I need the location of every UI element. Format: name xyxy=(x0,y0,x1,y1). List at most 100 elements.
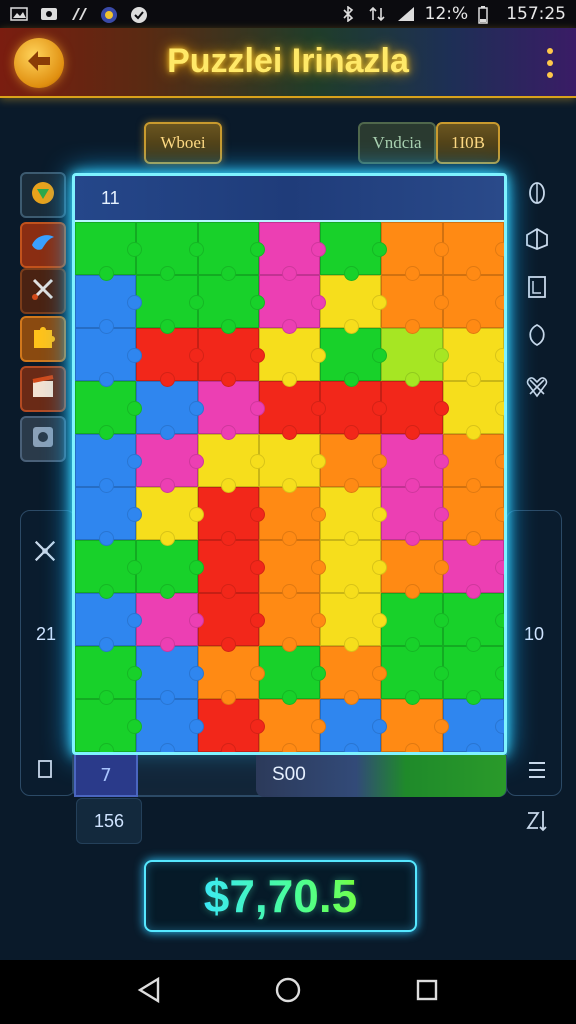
shield-icon[interactable] xyxy=(524,322,550,348)
puzzle-piece[interactable] xyxy=(442,328,504,387)
image-icon xyxy=(10,6,28,22)
puzzle-piece[interactable] xyxy=(442,646,504,705)
puzzle-piece[interactable] xyxy=(381,275,450,334)
puzzle-piece[interactable] xyxy=(75,275,143,334)
puzzle-piece[interactable] xyxy=(258,434,327,493)
puzzle-piece[interactable] xyxy=(75,328,143,387)
nav-home-button[interactable] xyxy=(272,976,304,1008)
tool-hint-button[interactable] xyxy=(20,416,66,462)
puzzle-piece[interactable] xyxy=(136,593,204,652)
cube-icon[interactable] xyxy=(524,226,550,252)
puzzle-piece[interactable] xyxy=(136,275,204,334)
circle-home-icon xyxy=(274,976,302,1008)
puzzle-piece[interactable] xyxy=(442,275,504,334)
heart-icon[interactable] xyxy=(524,374,550,400)
puzzle-piece[interactable] xyxy=(197,328,266,387)
puzzle-piece[interactable] xyxy=(442,699,504,752)
more-menu-icon[interactable] xyxy=(544,48,556,78)
tool-gem-button[interactable] xyxy=(20,172,66,218)
puzzle-piece[interactable] xyxy=(197,593,266,652)
puzzle-piece[interactable] xyxy=(136,434,204,493)
puzzle-piece[interactable] xyxy=(442,222,504,281)
rotate-icon[interactable] xyxy=(524,180,550,206)
stack-icon[interactable] xyxy=(524,758,550,784)
puzzle-piece[interactable] xyxy=(442,434,504,493)
tool-box-button[interactable] xyxy=(20,366,66,412)
puzzle-piece[interactable] xyxy=(381,381,450,440)
puzzle-piece[interactable] xyxy=(258,699,327,752)
puzzle-piece[interactable] xyxy=(136,487,204,546)
puzzle-piece[interactable] xyxy=(442,381,504,440)
puzzle-piece[interactable] xyxy=(258,222,327,281)
puzzle-piece[interactable] xyxy=(197,222,266,281)
nav-back-button[interactable] xyxy=(133,976,165,1008)
sort-icon[interactable] xyxy=(524,808,550,834)
puzzle-piece[interactable] xyxy=(320,699,388,752)
puzzle-piece[interactable] xyxy=(75,381,143,440)
puzzle-piece[interactable] xyxy=(136,646,204,705)
puzzle-piece[interactable] xyxy=(197,487,266,546)
puzzle-piece[interactable] xyxy=(320,540,388,599)
puzzle-piece[interactable] xyxy=(136,328,204,387)
puzzle-piece[interactable] xyxy=(136,540,204,599)
card-icon[interactable] xyxy=(524,274,550,300)
puzzle-piece[interactable] xyxy=(197,646,266,705)
puzzle-piece[interactable] xyxy=(197,540,266,599)
puzzle-piece[interactable] xyxy=(197,434,266,493)
puzzle-piece[interactable] xyxy=(442,593,504,652)
puzzle-piece[interactable] xyxy=(381,434,450,493)
puzzle-board[interactable]: 11 xyxy=(72,173,507,755)
puzzle-piece[interactable] xyxy=(442,487,504,546)
puzzle-piece[interactable] xyxy=(381,593,450,652)
puzzle-piece[interactable] xyxy=(258,540,327,599)
puzzle-piece[interactable] xyxy=(258,593,327,652)
puzzle-piece[interactable] xyxy=(381,487,450,546)
puzzle-piece[interactable] xyxy=(320,487,388,546)
puzzle-piece[interactable] xyxy=(136,222,204,281)
puzzle-grid[interactable] xyxy=(75,222,504,752)
puzzle-piece[interactable] xyxy=(320,593,388,652)
level-chip[interactable]: Vndcia xyxy=(358,122,436,164)
puzzle-piece[interactable] xyxy=(75,593,143,652)
puzzle-piece[interactable] xyxy=(320,328,388,387)
tool-piece-button[interactable] xyxy=(20,316,66,362)
gem-icon xyxy=(29,179,57,211)
mode-chip[interactable]: Wboei xyxy=(144,122,222,164)
puzzle-piece[interactable] xyxy=(258,275,327,334)
puzzle-piece[interactable] xyxy=(75,699,143,752)
puzzle-piece[interactable] xyxy=(75,487,143,546)
tray-slot-left[interactable]: 7 xyxy=(74,755,138,797)
nav-recents-button[interactable] xyxy=(411,976,443,1008)
puzzle-piece[interactable] xyxy=(320,222,388,281)
puzzle-piece[interactable] xyxy=(197,699,266,752)
bookmark-icon[interactable] xyxy=(32,756,58,782)
puzzle-piece[interactable] xyxy=(381,540,450,599)
puzzle-piece[interactable] xyxy=(75,222,143,281)
puzzle-piece[interactable] xyxy=(320,646,388,705)
puzzle-piece[interactable] xyxy=(258,328,327,387)
puzzle-piece[interactable] xyxy=(136,381,204,440)
crossed-tools-icon[interactable] xyxy=(32,538,58,564)
puzzle-piece[interactable] xyxy=(320,275,388,334)
puzzle-piece[interactable] xyxy=(258,487,327,546)
puzzle-piece[interactable] xyxy=(197,381,266,440)
puzzle-piece[interactable] xyxy=(197,275,266,334)
puzzle-piece[interactable] xyxy=(258,381,327,440)
puzzle-piece[interactable] xyxy=(136,699,204,752)
puzzle-piece[interactable] xyxy=(320,434,388,493)
right-counter: 10 xyxy=(524,624,545,644)
level-value-chip[interactable]: 1I0B xyxy=(436,122,500,164)
puzzle-piece[interactable] xyxy=(381,699,450,752)
tool-scissors-button[interactable] xyxy=(20,268,66,314)
puzzle-piece[interactable] xyxy=(75,646,143,705)
puzzle-piece[interactable] xyxy=(75,540,143,599)
puzzle-piece[interactable] xyxy=(320,381,388,440)
puzzle-piece[interactable] xyxy=(381,646,450,705)
puzzle-piece[interactable] xyxy=(381,222,450,281)
puzzle-piece[interactable] xyxy=(442,540,504,599)
puzzle-piece[interactable] xyxy=(381,328,450,387)
scissors-icon xyxy=(29,275,57,307)
puzzle-piece[interactable] xyxy=(258,646,327,705)
puzzle-piece[interactable] xyxy=(75,434,143,493)
tool-bird-button[interactable] xyxy=(20,222,66,268)
